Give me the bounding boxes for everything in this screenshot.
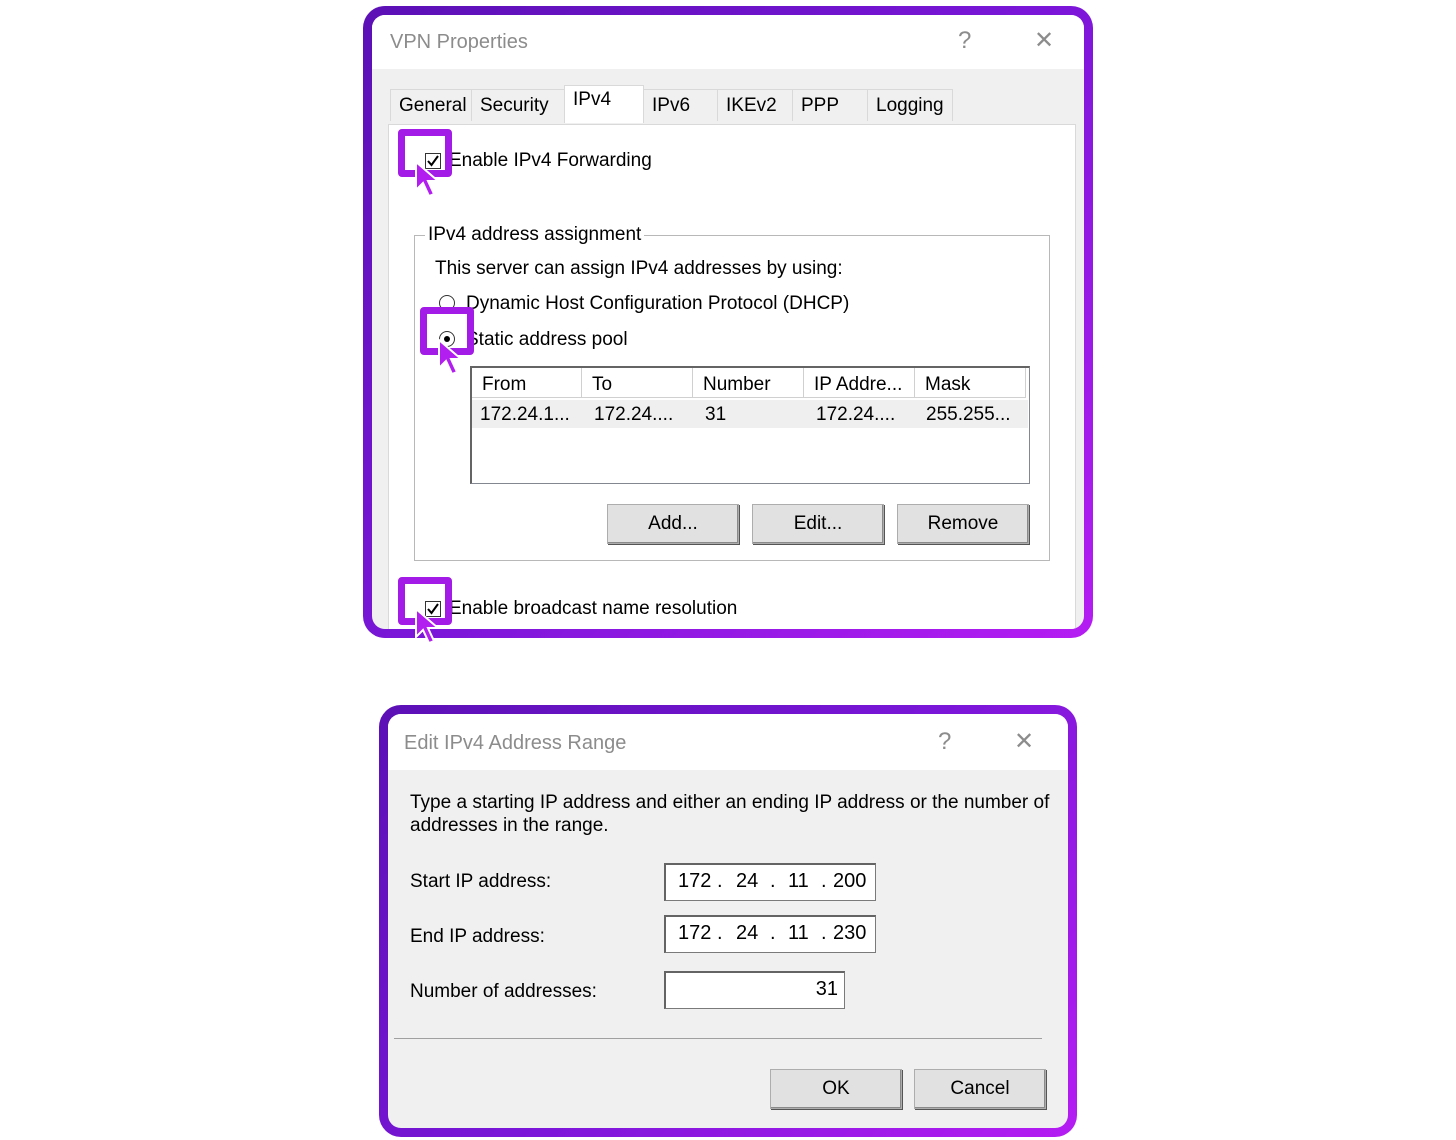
octet-dot: . xyxy=(770,922,776,944)
column-header-ip-address[interactable]: IP Addre... xyxy=(804,368,915,398)
tab-label: IPv6 xyxy=(652,95,691,116)
octet-dot: . xyxy=(717,870,723,892)
column-label: To xyxy=(592,374,613,395)
dialog-title: Edit IPv4 Address Range xyxy=(404,732,627,754)
octet-dot: . xyxy=(717,922,723,944)
edit-range-dialog: Edit IPv4 Address Range ? ✕ Type a start… xyxy=(388,714,1068,1128)
tab-ipv6[interactable]: IPv6 xyxy=(643,89,718,121)
octet: 11 xyxy=(788,922,809,944)
tab-label: General xyxy=(399,95,467,116)
end-ip-field[interactable]: 172 . 24 . 11 . 230 xyxy=(664,915,876,953)
tab-ppp[interactable]: PPP xyxy=(792,89,868,121)
close-icon[interactable]: ✕ xyxy=(1034,29,1054,53)
octet: 172 xyxy=(678,870,712,892)
octet: 200 xyxy=(833,870,867,892)
tab-label: PPP xyxy=(801,95,840,116)
add-button[interactable]: Add... xyxy=(607,504,739,544)
dhcp-label[interactable]: Dynamic Host Configuration Protocol (DHC… xyxy=(466,293,849,315)
table-row[interactable]: 172.24.1... 172.24.... 31 172.24.... 255… xyxy=(472,400,1028,428)
static-pool-label[interactable]: Static address pool xyxy=(466,329,628,351)
instructions-line-2: addresses in the range. xyxy=(410,815,609,836)
broadcast-label[interactable]: Enable broadcast name resolution xyxy=(449,598,737,620)
address-count-field[interactable]: 31 xyxy=(664,971,845,1009)
assign-text: This server can assign IPv4 addresses by… xyxy=(435,258,843,279)
octet: 24 xyxy=(736,922,759,944)
octet-dot: . xyxy=(821,922,827,944)
mouse-cursor-icon xyxy=(415,160,441,198)
tab-ikev2[interactable]: IKEv2 xyxy=(717,89,793,121)
octet: 230 xyxy=(833,922,867,944)
tab-label: IPv4 xyxy=(573,89,612,110)
help-icon[interactable]: ? xyxy=(938,730,951,754)
octet: 172 xyxy=(678,922,712,944)
octet: 11 xyxy=(788,870,809,892)
table-cell: 255.255... xyxy=(926,404,1011,425)
title-bar: Edit IPv4 Address Range ? ✕ xyxy=(388,714,1068,770)
edit-range-frame: Edit IPv4 Address Range ? ✕ Type a start… xyxy=(379,705,1077,1137)
mouse-cursor-icon xyxy=(438,338,464,376)
tab-security[interactable]: Security xyxy=(471,89,565,121)
cancel-button[interactable]: Cancel xyxy=(914,1069,1046,1109)
tab-general[interactable]: General xyxy=(390,89,472,121)
column-header-number[interactable]: Number xyxy=(693,368,804,398)
mouse-cursor-icon xyxy=(415,607,441,645)
column-header-mask[interactable]: Mask xyxy=(915,368,1026,398)
octet-dot: . xyxy=(770,870,776,892)
address-assignment-group: IPv4 address assignment This server can … xyxy=(414,224,1050,561)
enable-forwarding-label[interactable]: Enable IPv4 Forwarding xyxy=(449,150,652,172)
tab-label: Logging xyxy=(876,95,944,116)
divider xyxy=(394,1038,1042,1039)
column-header-from[interactable]: From xyxy=(472,368,582,398)
remove-button[interactable]: Remove xyxy=(897,504,1029,544)
tab-label: IKEv2 xyxy=(726,95,777,116)
help-icon[interactable]: ? xyxy=(958,29,971,53)
table-cell: 172.24.... xyxy=(816,404,896,425)
tab-logging[interactable]: Logging xyxy=(867,89,953,121)
table-cell: 172.24.1... xyxy=(480,404,570,425)
vpn-properties-dialog: VPN Properties ? ✕ General Security IPv4… xyxy=(372,15,1084,629)
title-bar: VPN Properties ? ✕ xyxy=(372,15,1084,69)
group-label: IPv4 address assignment xyxy=(425,224,645,246)
ok-button[interactable]: OK xyxy=(770,1069,902,1109)
start-ip-field[interactable]: 172 . 24 . 11 . 200 xyxy=(664,863,876,901)
end-ip-label: End IP address: xyxy=(410,926,545,947)
edit-button[interactable]: Edit... xyxy=(752,504,884,544)
address-count-value: 31 xyxy=(815,978,838,1000)
address-count-label: Number of addresses: xyxy=(410,981,597,1002)
address-pool-list[interactable]: From To Number IP Addre... Mask 172.24.1… xyxy=(470,366,1030,484)
octet: 24 xyxy=(736,870,759,892)
table-cell: 172.24.... xyxy=(594,404,674,425)
table-cell: 31 xyxy=(705,404,727,425)
dialog-title: VPN Properties xyxy=(390,31,528,53)
octet-dot: . xyxy=(821,870,827,892)
tab-strip: General Security IPv4 IPv6 IKEv2 PPP Log… xyxy=(390,85,970,125)
start-ip-label: Start IP address: xyxy=(410,871,552,892)
close-icon[interactable]: ✕ xyxy=(1014,730,1034,754)
column-label: IP Addre... xyxy=(814,374,903,395)
tab-ipv4[interactable]: IPv4 xyxy=(564,85,644,123)
column-label: From xyxy=(482,374,527,395)
column-label: Number xyxy=(703,374,771,395)
ipv4-tab-page: Enable IPv4 Forwarding IPv4 address assi… xyxy=(388,124,1076,629)
tab-label: Security xyxy=(480,95,549,116)
instructions-line-1: Type a starting IP address and either an… xyxy=(410,792,1050,813)
column-label: Mask xyxy=(925,374,971,395)
column-header-to[interactable]: To xyxy=(582,368,693,398)
